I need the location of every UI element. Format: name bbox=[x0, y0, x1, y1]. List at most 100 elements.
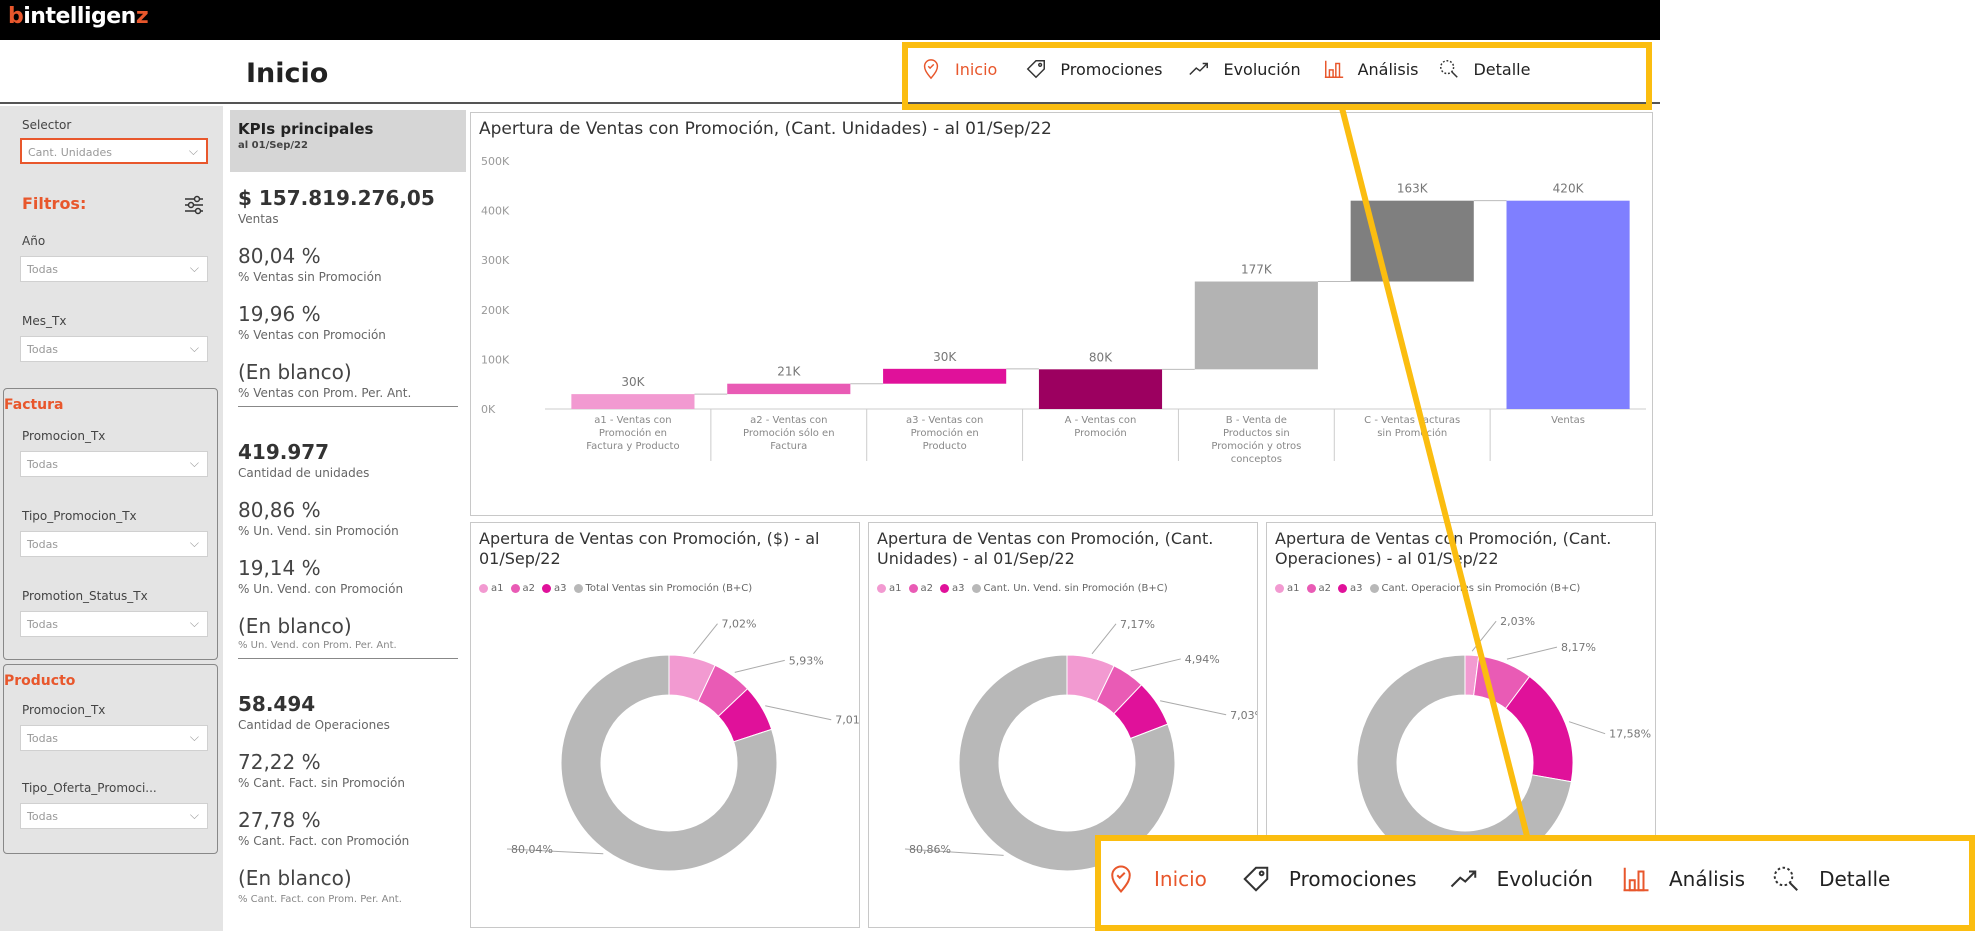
category-label: Promoción sólo en bbox=[743, 427, 835, 439]
promocion-tx-dropdown[interactable]: Todas ⌵ bbox=[20, 451, 208, 477]
tipo-promocion-dropdown[interactable]: Todas ⌵ bbox=[20, 531, 208, 557]
sin-promo-value: 80,04 % bbox=[238, 244, 321, 268]
tipo-oferta-dropdown[interactable]: Todas ⌵ bbox=[20, 803, 208, 829]
tipo-oferta-label: Tipo_Oferta_Promoci... bbox=[22, 781, 157, 795]
waterfall-chart-panel: Apertura de Ventas con Promoción, (Cant.… bbox=[470, 112, 1653, 516]
waterfall-bar bbox=[571, 394, 695, 409]
ventas-label: Ventas bbox=[238, 212, 279, 226]
waterfall-bar bbox=[1038, 369, 1163, 409]
legend-swatch bbox=[510, 584, 520, 593]
category-label: Producto bbox=[923, 441, 967, 452]
donut-chart: 7,02% 5,93% 7,01% 80,04% bbox=[506, 618, 859, 872]
category-label: conceptos bbox=[1231, 454, 1282, 465]
nav-item-inicio[interactable]: Inicio bbox=[920, 58, 997, 80]
un-sin-label: % Un. Vend. sin Promoción bbox=[238, 524, 399, 538]
factura-heading: Factura bbox=[4, 397, 64, 413]
nav-item-label: Detalle bbox=[1473, 59, 1531, 79]
category-label: Productos sin bbox=[1223, 428, 1290, 439]
un-sin-value: 80,86 % bbox=[238, 498, 321, 522]
nav-item-detalle[interactable]: Detalle bbox=[1771, 864, 1890, 894]
nav-item-label: Detalle bbox=[1819, 867, 1891, 891]
unidades-label: Cantidad de unidades bbox=[238, 466, 370, 480]
waterfall-bar bbox=[1350, 200, 1474, 282]
category-label: sin Promoción bbox=[1377, 427, 1447, 439]
legend-swatch bbox=[940, 584, 949, 593]
legend-label: Cant. Operaciones sin Promoción (B+C) bbox=[1381, 583, 1581, 594]
label-leader-line bbox=[1471, 620, 1497, 652]
legend-swatch bbox=[479, 584, 488, 593]
legend-swatch bbox=[542, 584, 551, 593]
month-label: Mes_Tx bbox=[22, 314, 67, 328]
nav-item-análisis[interactable]: Análisis bbox=[1621, 864, 1745, 894]
nav-item-label: Inicio bbox=[1154, 867, 1207, 891]
nav-item-evolución[interactable]: Evolución bbox=[1449, 864, 1593, 894]
bar-data-label: 177K bbox=[1241, 263, 1273, 277]
waterfall-chart: 0K 100K 200K 300K 400K 500K 30K a1 - Ventas con… bbox=[481, 155, 1646, 465]
slice-data-label: 80,86% bbox=[909, 843, 951, 856]
nav-item-detalle[interactable]: Detalle bbox=[1438, 58, 1530, 80]
blanco3-label: % Cant. Fact. con Prom. Per. Ant. bbox=[238, 894, 402, 905]
nav-item-promociones[interactable]: Promociones bbox=[1241, 864, 1417, 894]
sin-promo-label: % Ventas sin Promoción bbox=[238, 270, 382, 284]
kpi-divider bbox=[238, 658, 458, 659]
promotion-status-dropdown[interactable]: Todas ⌵ bbox=[20, 611, 208, 637]
donut-panel-sales: Apertura de Ventas con Promoción, ($) - … bbox=[470, 522, 860, 928]
prod-promocion-label: Promocion_Tx bbox=[22, 703, 106, 717]
year-label: Año bbox=[22, 234, 46, 248]
y-tick-label: 100K bbox=[481, 353, 510, 366]
nav-item-evolución[interactable]: Evolución bbox=[1188, 58, 1301, 80]
donut-title: Apertura de Ventas con Promoción, (Cant.… bbox=[1275, 529, 1612, 568]
waterfall-bar bbox=[1506, 200, 1630, 409]
legend-swatch bbox=[573, 584, 583, 593]
label-leader-line bbox=[693, 623, 718, 655]
map-pin-icon bbox=[1111, 865, 1131, 894]
category-label: Factura bbox=[770, 441, 807, 452]
year-dropdown[interactable]: Todas ⌵ bbox=[20, 256, 208, 282]
legend-swatch bbox=[971, 584, 981, 593]
waterfall-bar bbox=[727, 383, 851, 395]
category-label: a3 - Ventas con bbox=[906, 415, 983, 426]
map-pin-icon bbox=[923, 59, 939, 80]
bar-chart-icon bbox=[1324, 60, 1343, 78]
slice-data-label: 80,04% bbox=[511, 843, 553, 856]
sliders-icon[interactable] bbox=[183, 194, 205, 216]
legend-label: a2 bbox=[1318, 583, 1332, 594]
unidades-value: 419.977 bbox=[238, 440, 330, 464]
category-label: B - Venta de bbox=[1226, 415, 1287, 426]
category-label: Ventas bbox=[1551, 415, 1585, 426]
donut-title: Apertura de Ventas con Promoción, (Cant.… bbox=[877, 529, 1214, 568]
nav-item-inicio[interactable]: Inicio bbox=[1106, 864, 1207, 894]
category-label: C - Ventas Facturas bbox=[1364, 415, 1460, 426]
y-tick-label: 500K bbox=[481, 155, 510, 168]
nav-item-análisis[interactable]: Análisis bbox=[1323, 58, 1418, 80]
legend-swatch bbox=[908, 584, 918, 593]
chevron-down-icon: ⌵ bbox=[189, 808, 199, 822]
un-con-label: % Un. Vend. con Promoción bbox=[238, 582, 404, 596]
filter-sidebar: Selector Cant. Unidades ⌵ Filtros: Año To… bbox=[0, 106, 223, 931]
producto-heading: Producto bbox=[4, 673, 76, 689]
y-tick-label: 200K bbox=[481, 304, 510, 317]
blanco1-label: % Ventas con Prom. Per. Ant. bbox=[238, 386, 412, 400]
nav-item-label: Evolución bbox=[1496, 867, 1593, 891]
legend-swatch bbox=[1275, 584, 1284, 593]
slice-data-label: 17,58% bbox=[1609, 728, 1651, 741]
donut-title: Apertura de Ventas con Promoción, ($) - … bbox=[479, 529, 820, 568]
ventas-value: $ 157.819.276,05 bbox=[238, 186, 435, 210]
month-dropdown[interactable]: Todas ⌵ bbox=[20, 336, 208, 362]
slice-data-label: 7,17% bbox=[1120, 618, 1155, 631]
prod-promocion-dropdown[interactable]: Todas ⌵ bbox=[20, 725, 208, 751]
trend-up-icon bbox=[1450, 870, 1476, 888]
waterfall-bar bbox=[1194, 281, 1318, 370]
chart-legend: a1 a2 a3 Total Ventas sin Promoción (B+C) bbox=[479, 583, 756, 594]
chart-legend: a1 a2 a3 Cant. Un. Vend. sin Promoción (B+C… bbox=[877, 583, 1172, 594]
chevron-down-icon: ⌵ bbox=[189, 730, 199, 744]
selector-label: Selector bbox=[22, 118, 72, 132]
selector-dropdown[interactable]: Cant. Unidades ⌵ bbox=[20, 138, 208, 164]
page-title: Inicio bbox=[246, 58, 329, 89]
label-leader-line bbox=[1160, 700, 1227, 716]
blanco2-value: (En blanco) bbox=[238, 614, 352, 638]
legend-label: a1 bbox=[491, 583, 504, 594]
brand-logo: bintelligenz bbox=[8, 4, 149, 29]
nav-item-promociones[interactable]: Promociones bbox=[1025, 58, 1162, 80]
label-leader-line bbox=[1130, 658, 1181, 672]
